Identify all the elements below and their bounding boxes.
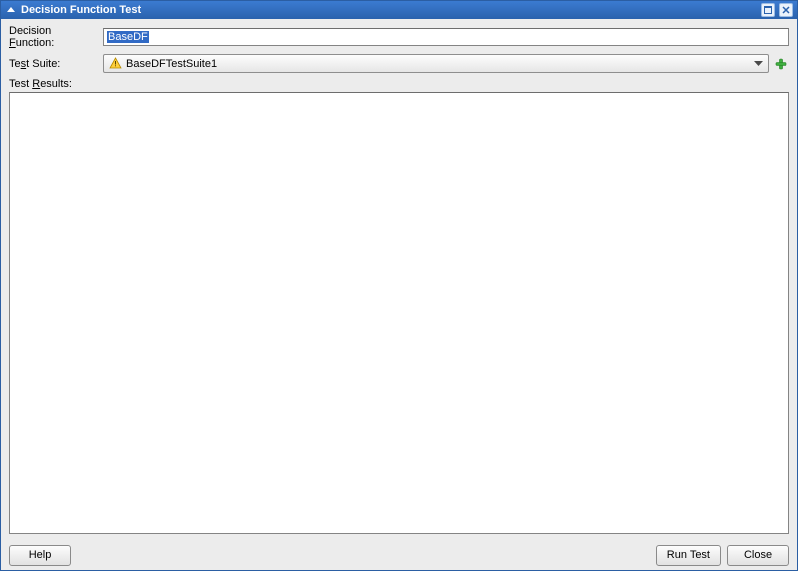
test-suite-label: Test Suite: — [9, 58, 99, 70]
window-title: Decision Function Test — [21, 4, 761, 16]
test-suite-row: Test Suite: BaseDFTestSuite1 — [9, 54, 789, 73]
test-suite-selected: BaseDFTestSuite1 — [126, 58, 750, 70]
test-results-label: Test Results: — [9, 78, 789, 90]
window-controls — [761, 3, 793, 17]
dialog-content: Decision Function: BaseDF Test Suite: — [1, 19, 797, 540]
titlebar: Decision Function Test — [1, 1, 797, 19]
decision-function-row: Decision Function: BaseDF — [9, 25, 789, 49]
help-button-label: Help — [29, 549, 52, 561]
dialog-window: Decision Function Test Decision Function… — [0, 0, 798, 571]
decision-function-input[interactable]: BaseDF — [103, 28, 789, 46]
button-bar: Help Run Test Close — [1, 540, 797, 570]
help-button[interactable]: Help — [9, 545, 71, 566]
maximize-button[interactable] — [761, 3, 775, 17]
test-results-area[interactable] — [9, 92, 789, 534]
run-test-button[interactable]: Run Test — [656, 545, 721, 566]
test-suite-combo[interactable]: BaseDFTestSuite1 — [103, 54, 769, 73]
close-button-label: Close — [744, 549, 772, 561]
chevron-down-icon — [750, 61, 766, 67]
decision-function-value: BaseDF — [107, 31, 149, 43]
test-suite-combo-wrap: BaseDFTestSuite1 — [103, 54, 789, 73]
close-window-button[interactable] — [779, 3, 793, 17]
decision-function-label: Decision Function: — [9, 25, 99, 49]
run-test-button-label: Run Test — [667, 549, 710, 561]
add-test-suite-button[interactable] — [773, 56, 789, 72]
close-button[interactable]: Close — [727, 545, 789, 566]
warning-icon — [108, 57, 122, 71]
app-icon — [5, 4, 17, 16]
